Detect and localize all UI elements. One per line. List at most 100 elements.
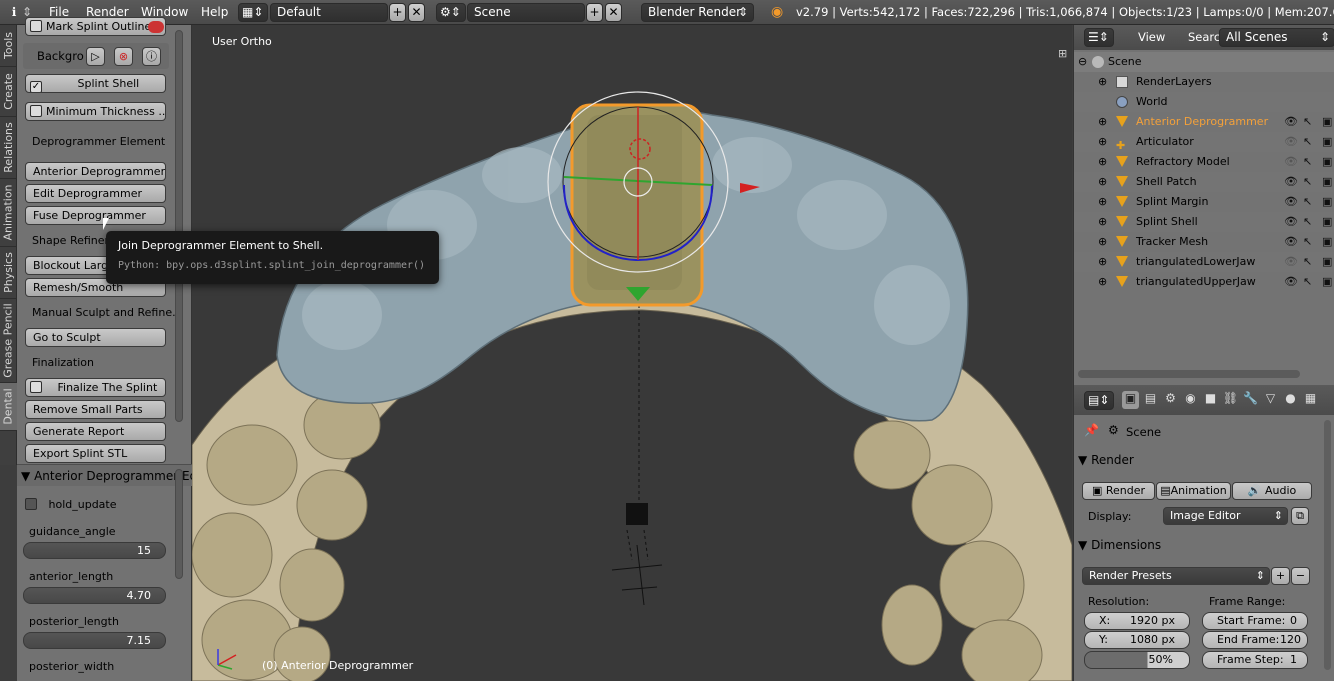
selectable-arrow-icon[interactable]: ↖ [1303,112,1315,132]
render-section-header[interactable]: ▼ Render [1078,453,1134,467]
tab-dental[interactable]: Dental [0,383,17,431]
lower-scrollbar[interactable] [175,469,183,579]
layout-field[interactable]: Default [270,3,388,22]
resolution-y-field[interactable]: Y: 1080 px [1084,631,1190,649]
visibility-eye-icon[interactable]: 👁 [1284,132,1298,152]
render-camera-icon[interactable]: ▣ [1322,132,1334,152]
operator-panel-header[interactable]: ▼ Anterior Deprogrammer Edi [17,464,192,486]
tab-create[interactable]: Create [0,67,17,117]
end-frame-field[interactable]: End Frame: 120 [1202,631,1308,649]
minimum-thickness-button[interactable]: Minimum Thickness ... [25,102,166,121]
visibility-eye-icon[interactable]: 👁 [1284,112,1298,132]
expand-icon[interactable]: ⊕ [1098,152,1107,172]
start-frame-field[interactable]: Start Frame: 0 [1202,612,1308,630]
3d-viewport[interactable]: ⊞ User Ortho (0) Anterior Deprogrammer [192,25,1072,681]
expand-icon[interactable]: ⊕ [1098,172,1107,192]
expand-icon[interactable]: ⊕ [1098,212,1107,232]
posterior-length-slider[interactable]: 7.15 [23,632,166,649]
selectable-arrow-icon[interactable]: ↖ [1303,272,1315,292]
render-camera-icon[interactable]: ▣ [1322,152,1334,172]
outliner-row-articulator[interactable]: ⊕ ✚ Articulator 👁 ↖ ▣ [1074,132,1334,152]
outliner-menu-view[interactable]: View [1138,25,1165,50]
scene-tab-icon[interactable]: ⚙ [1162,391,1179,409]
visibility-eye-icon[interactable]: 👁 [1284,252,1298,272]
object-tab-icon[interactable]: ■ [1202,391,1219,409]
properties-scrollbar[interactable] [1324,420,1331,670]
render-tab-icon[interactable]: ▣ [1122,391,1139,409]
selectable-arrow-icon[interactable]: ↖ [1303,232,1315,252]
info-icon[interactable]: ⓘ [142,47,161,66]
visibility-eye-icon[interactable]: 👁 [1284,152,1298,172]
properties-editor-type-icon[interactable]: ▤⇕ [1084,391,1114,410]
anterior-deprogrammer-button[interactable]: Anterior Deprogrammer ... [25,162,166,181]
render-button[interactable]: ▣ Render [1082,482,1155,500]
outliner-row-splint-margin[interactable]: ⊕ Splint Margin 👁 ↖ ▣ [1074,192,1334,212]
remove-layout-button[interactable]: ✕ [408,3,425,22]
outliner-row-upper-jaw[interactable]: ⊕ triangulatedUpperJaw 👁 ↖ ▣ [1074,272,1334,292]
collapse-icon[interactable]: ⊖ [1078,52,1087,72]
scene-field[interactable]: Scene [467,3,585,22]
frame-step-field[interactable]: Frame Step: 1 [1202,651,1308,669]
selectable-arrow-icon[interactable]: ↖ [1303,212,1315,232]
close-icon[interactable] [148,21,164,33]
render-camera-icon[interactable]: ▣ [1322,272,1334,292]
tab-relations[interactable]: Relations [0,117,17,179]
render-presets-select[interactable]: Render Presets ⇕ [1082,567,1270,585]
outliner-h-scrollbar[interactable] [1078,370,1300,378]
pin-icon[interactable]: 📌 [1084,423,1099,437]
guidance-angle-slider[interactable]: 15 [23,542,166,559]
visibility-eye-icon[interactable]: 👁 [1284,272,1298,292]
animation-button[interactable]: ▤Animation [1156,482,1231,500]
render-camera-icon[interactable]: ▣ [1322,252,1334,272]
render-camera-icon[interactable]: ▣ [1322,112,1334,132]
go-to-sculpt-button[interactable]: Go to Sculpt [25,328,166,347]
modifiers-tab-icon[interactable]: 🔧 [1242,391,1259,409]
outliner-row-world[interactable]: World [1074,92,1334,112]
remove-small-parts-button[interactable]: Remove Small Parts [25,400,166,419]
render-camera-icon[interactable]: ▣ [1322,232,1334,252]
add-scene-button[interactable]: + [586,3,603,22]
play-icon[interactable]: ▷ [86,47,105,66]
expand-icon[interactable]: ⊕ [1098,132,1107,152]
outliner-row-renderlayers[interactable]: ⊕ RenderLayers [1074,72,1334,92]
remove-scene-button[interactable]: ✕ [605,3,622,22]
outliner-row-anterior-deprogrammer[interactable]: ⊕ Anterior Deprogrammer 👁 ↖ ▣ [1074,112,1334,132]
expand-icon[interactable]: ⊕ [1098,252,1107,272]
render-camera-icon[interactable]: ▣ [1322,192,1334,212]
expand-icon[interactable]: ⊕ [1098,72,1107,92]
expand-icon[interactable]: ⊕ [1098,272,1107,292]
fuse-deprogrammer-button[interactable]: Fuse Deprogrammer [25,206,166,225]
tab-tools[interactable]: Tools [0,25,17,67]
tab-animation[interactable]: Animation [0,179,17,247]
visibility-eye-icon[interactable]: 👁 [1284,172,1298,192]
tab-grease-pencil[interactable]: Grease Pencil [0,299,17,383]
anterior-length-slider[interactable]: 4.70 [23,587,166,604]
generate-report-button[interactable]: Generate Report [25,422,166,441]
render-camera-icon[interactable]: ▣ [1322,212,1334,232]
finalize-splint-button[interactable]: Finalize The Splint [25,378,166,397]
add-layout-button[interactable]: + [389,3,406,22]
screen-layout-icon[interactable]: ▦⇕ [238,3,268,22]
menu-help[interactable]: Help [201,0,228,25]
expand-icon[interactable]: ⊕ [1098,232,1107,252]
visibility-eye-icon[interactable]: 👁 [1284,212,1298,232]
constraints-tab-icon[interactable]: ⛓ [1222,391,1239,409]
outliner-row-lower-jaw[interactable]: ⊕ triangulatedLowerJaw 👁 ↖ ▣ [1074,252,1334,272]
selectable-arrow-icon[interactable]: ↖ [1303,132,1315,152]
info-editor-icon[interactable]: ℹ [6,0,22,25]
display-select[interactable]: Image Editor ⇕ [1163,507,1288,525]
resolution-percent-field[interactable]: 50% [1084,651,1190,669]
mark-outline-button[interactable]: Mark Splint Outline [25,17,166,36]
expand-icon[interactable]: ⊕ [1098,192,1107,212]
selectable-arrow-icon[interactable]: ↖ [1303,172,1315,192]
visibility-eye-icon[interactable]: 👁 [1284,232,1298,252]
outliner-row-refractory-model[interactable]: ⊕ Refractory Model 👁 ↖ ▣ [1074,152,1334,172]
visibility-eye-icon[interactable]: 👁 [1284,192,1298,212]
outliner-row-shell-patch[interactable]: ⊕ Shell Patch 👁 ↖ ▣ [1074,172,1334,192]
outliner-editor-type-icon[interactable]: ☰⇕ [1084,28,1114,47]
edit-deprogrammer-button[interactable]: Edit Deprogrammer [25,184,166,203]
selectable-arrow-icon[interactable]: ↖ [1303,252,1315,272]
outliner-display-select[interactable]: All Scenes ⇕ [1219,28,1334,47]
splint-shell-button[interactable]: ✓ Splint Shell [25,74,166,93]
audio-button[interactable]: 🔊 Audio [1232,482,1312,500]
